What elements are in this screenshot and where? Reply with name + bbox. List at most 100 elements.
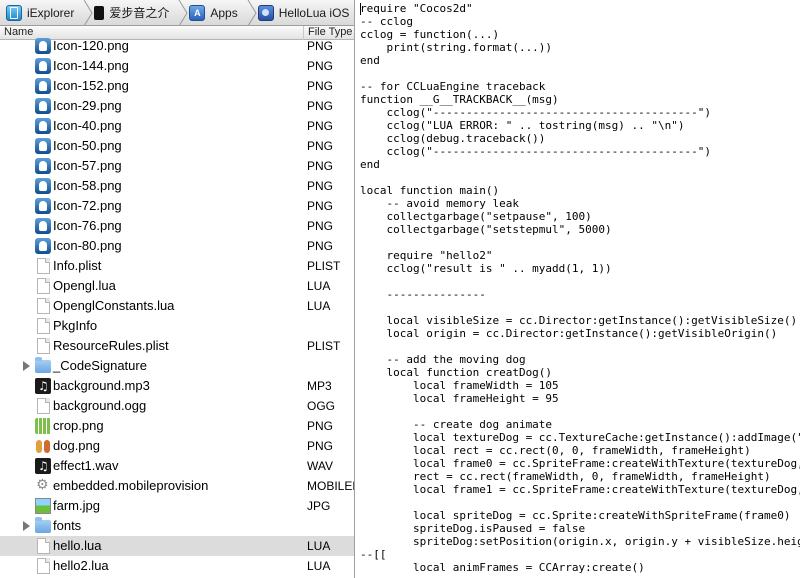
file-name: Icon-120.png (53, 38, 129, 53)
file-row[interactable]: crop.png PNG (0, 416, 355, 436)
apps-folder-icon (189, 4, 206, 21)
file-name: Icon-152.png (53, 78, 129, 93)
file-type: PNG (307, 179, 334, 193)
file-type: PNG (307, 159, 334, 173)
file-row[interactable]: embedded.mobileprovision MOBILEPROVISION (0, 476, 355, 496)
folder-icon (35, 357, 51, 373)
file-row[interactable]: Icon-76.png PNG (0, 216, 355, 236)
image-icon (35, 438, 51, 454)
app-icon (35, 178, 51, 194)
file-name: Icon-40.png (53, 118, 122, 133)
file-row[interactable]: dog.png PNG (0, 436, 355, 456)
code-editor[interactable]: require "Cocos2d" -- cclog cclog = functio… (355, 0, 800, 578)
file-type: PNG (307, 219, 334, 233)
file-name: background.ogg (53, 398, 147, 413)
file-name: Icon-72.png (53, 198, 122, 213)
file-row[interactable]: ResourceRules.plist PLIST (0, 336, 355, 356)
file-row[interactable]: Icon-58.png PNG (0, 176, 355, 196)
file-list: Icon-120.png PNG Icon-144.png PNG Icon-152.p… (0, 36, 355, 576)
file-row[interactable]: effect1.wav WAV (0, 456, 355, 476)
file-type: PNG (307, 39, 334, 53)
app-icon (35, 218, 51, 234)
code-line: spriteDog:setPosition(origin.x, origin.y… (412, 535, 800, 548)
file-row[interactable]: Icon-40.png PNG (0, 116, 355, 136)
code-line: local frame0 = cc.SpriteFrame:createWith… (360, 457, 800, 470)
file-name: effect1.wav (53, 458, 119, 473)
code-line: cclog("LUA ERROR: " .. tostring(msg) .. … (360, 119, 685, 132)
file-name: Icon-58.png (53, 178, 122, 193)
document-icon (37, 318, 50, 334)
file-row[interactable]: Icon-80.png PNG (0, 236, 355, 256)
file-row[interactable]: Info.plist PLIST (0, 256, 355, 276)
code-line: cclog = function(...) (360, 28, 500, 41)
audio-icon (35, 378, 51, 394)
breadcrumb-item[interactable]: 爱步音之介 (88, 0, 188, 25)
file-type: PLIST (307, 259, 341, 273)
breadcrumb-label: Apps (210, 5, 238, 20)
file-row[interactable]: farm.jpg JPG (0, 496, 355, 516)
file-name: Icon-76.png (53, 218, 122, 233)
file-row[interactable]: Icon-29.png PNG (0, 96, 355, 116)
file-row[interactable]: _CodeSignature (0, 356, 355, 376)
app-icon (35, 138, 51, 154)
file-row[interactable]: hello2.lua LUA (0, 556, 355, 576)
disclosure-triangle-icon[interactable] (23, 521, 30, 531)
file-type: PNG (307, 199, 334, 213)
file-type: LUA (307, 559, 331, 573)
code-line: local visibleSize = cc.Director:getInsta… (360, 314, 798, 327)
code-line: end (360, 158, 380, 171)
file-name: farm.jpg (53, 498, 100, 513)
document-icon (37, 538, 50, 554)
file-type: PNG (307, 79, 334, 93)
file-name: ResourceRules.plist (53, 338, 169, 353)
file-name: Icon-57.png (53, 158, 122, 173)
file-name: _CodeSignature (53, 358, 147, 373)
file-row[interactable]: Icon-72.png PNG (0, 196, 355, 216)
file-type: OGG (307, 399, 336, 413)
iphone-icon (94, 5, 105, 20)
code-line: cclog("---------------------------------… (360, 145, 711, 158)
disclosure-triangle-icon[interactable] (23, 361, 30, 371)
file-row[interactable]: Opengl.lua LUA (0, 276, 355, 296)
code-line: --------------- (360, 288, 486, 301)
file-name: hello2.lua (53, 558, 109, 573)
file-type: MOBILEPROVISION (307, 479, 355, 493)
code-line: cclog(debug.traceback()) (360, 132, 546, 145)
file-type: WAV (307, 459, 333, 473)
file-row[interactable]: fonts (0, 516, 355, 536)
code-line: -- avoid memory leak (360, 197, 519, 210)
breadcrumb-label: 爱步音之介 (109, 6, 170, 20)
file-row[interactable]: Icon-144.png PNG (0, 56, 355, 76)
code-line: cclog("---------------------------------… (360, 106, 711, 119)
file-name: OpenglConstants.lua (53, 298, 175, 313)
breadcrumb-item[interactable]: iExplorer (0, 0, 93, 25)
file-name: Icon-29.png (53, 98, 122, 113)
document-icon (37, 558, 50, 574)
file-row[interactable]: background.ogg OGG (0, 396, 355, 416)
file-name: PkgInfo (53, 318, 98, 333)
file-name: crop.png (53, 418, 104, 433)
file-row[interactable]: Icon-57.png PNG (0, 156, 355, 176)
file-row[interactable]: Icon-152.png PNG (0, 76, 355, 96)
file-name: dog.png (53, 438, 100, 453)
file-row[interactable]: hello.lua LUA (0, 536, 355, 556)
file-row[interactable]: OpenglConstants.lua LUA (0, 296, 355, 316)
file-name: hello.lua (53, 538, 102, 553)
file-row[interactable]: Icon-50.png PNG (0, 136, 355, 156)
file-row[interactable]: background.mp3 MP3 (0, 376, 355, 396)
document-icon (37, 298, 50, 314)
file-row[interactable]: PkgInfo (0, 316, 355, 336)
file-row[interactable]: Icon-120.png PNG (0, 36, 355, 56)
app-icon (35, 58, 51, 74)
code-line: -- add the moving dog (360, 353, 526, 366)
breadcrumb-item[interactable]: Apps (183, 0, 257, 25)
app-icon (35, 238, 51, 254)
app-icon (35, 118, 51, 134)
breadcrumb-item[interactable]: HelloLua iOS (252, 0, 355, 25)
file-browser-pane: iExplorer爱步音之介AppsHelloLua iOS Name File… (0, 0, 355, 578)
file-name: fonts (53, 518, 82, 533)
code-line: local function main() (360, 184, 500, 197)
